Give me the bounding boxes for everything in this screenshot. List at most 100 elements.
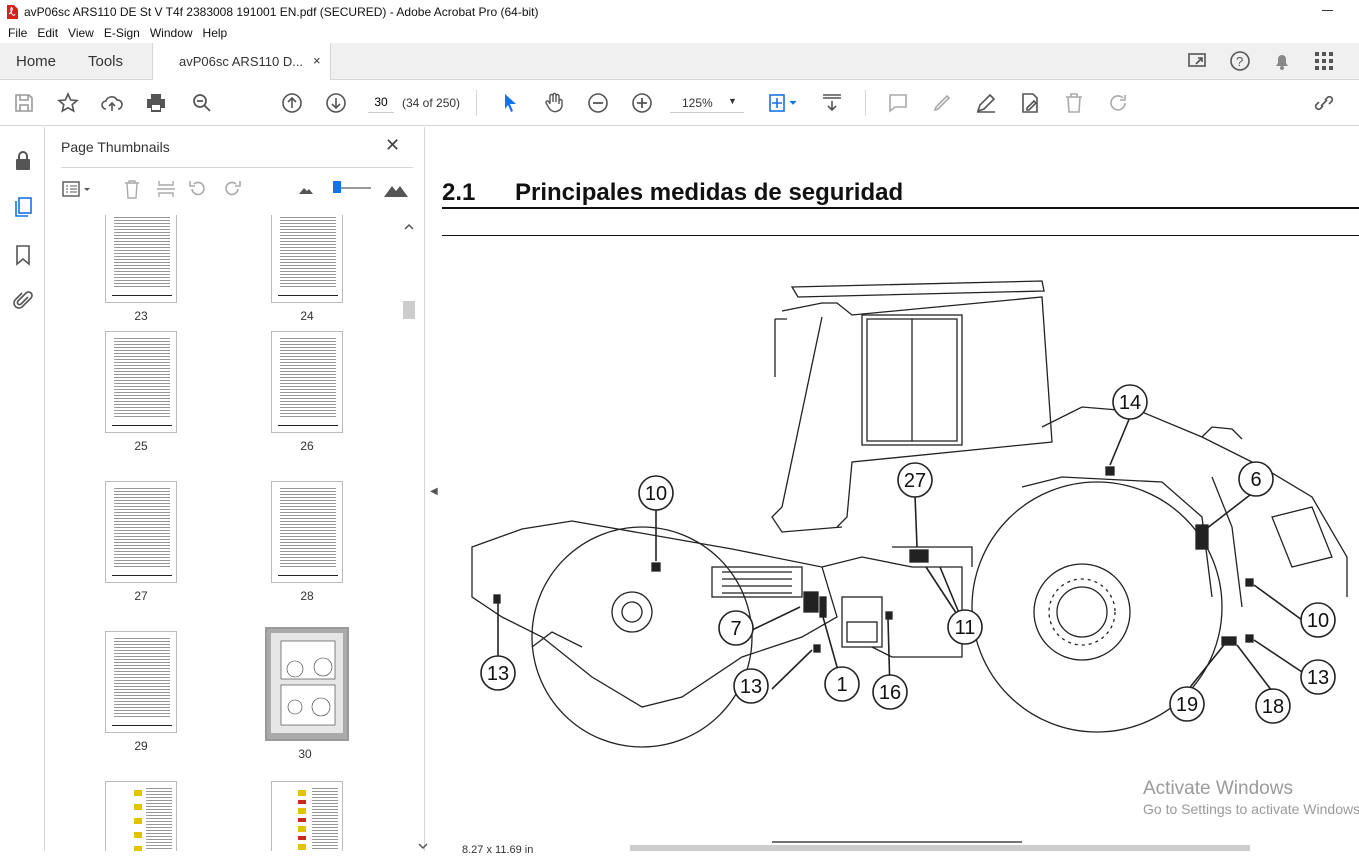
- menu-help[interactable]: Help: [203, 26, 228, 40]
- heading-rule: [442, 207, 1359, 209]
- menu-esign[interactable]: E-Sign: [104, 26, 140, 40]
- main-toolbar: (34 of 250) 125% ▼: [0, 80, 1359, 126]
- menu-file[interactable]: File: [8, 26, 27, 40]
- next-page-icon[interactable]: [324, 91, 348, 115]
- thumbnail-page-30-selected[interactable]: 30: [265, 627, 349, 761]
- collapse-panel-icon[interactable]: ◀: [430, 486, 438, 497]
- thumbnail-image: [105, 631, 177, 733]
- redo-rotate-icon[interactable]: [1106, 91, 1130, 115]
- thumbnail-page-24[interactable]: 24: [267, 215, 347, 323]
- scroll-mode-icon[interactable]: [820, 91, 844, 115]
- header-actions: ?: [1187, 50, 1335, 72]
- menu-window[interactable]: Window: [150, 26, 193, 40]
- select-cursor-icon[interactable]: [498, 91, 522, 115]
- thumbnail-page-26[interactable]: 26: [267, 331, 347, 453]
- tab-tools[interactable]: Tools: [88, 53, 123, 70]
- callout-label: 6: [1250, 469, 1261, 491]
- callout-label: 19: [1176, 694, 1198, 716]
- page-size-readout: 8.27 x 11.69 in: [462, 844, 534, 856]
- bookmark-star-icon[interactable]: [56, 91, 80, 115]
- thumbnail-larger-icon[interactable]: [383, 178, 409, 200]
- callout-label: 10: [645, 483, 667, 505]
- thumbnail-page-23[interactable]: 23: [101, 215, 181, 323]
- save-icon[interactable]: [12, 91, 36, 115]
- thumbnail-page-28[interactable]: 28: [267, 481, 347, 603]
- menu-edit[interactable]: Edit: [37, 26, 58, 40]
- tab-close-button[interactable]: ×: [313, 53, 321, 68]
- callout-label: 13: [740, 676, 762, 698]
- title-bar: avP06sc ARS110 DE St V T4f 2383008 19100…: [0, 0, 1359, 23]
- share-screen-icon[interactable]: [1187, 50, 1209, 72]
- lock-icon[interactable]: [11, 149, 35, 173]
- section-title: Principales medidas de seguridad: [515, 179, 904, 206]
- comment-icon[interactable]: [886, 91, 910, 115]
- thumbnail-page-31[interactable]: [101, 781, 181, 851]
- thumbnail-image: [271, 481, 343, 583]
- thumbnail-page-25[interactable]: 25: [101, 331, 181, 453]
- thumbnail-page-29[interactable]: 29: [101, 631, 181, 753]
- tab-home[interactable]: Home: [16, 53, 56, 70]
- minimize-button[interactable]: [1322, 10, 1333, 11]
- thumbnail-image: [105, 331, 177, 433]
- rotate-left-icon[interactable]: [187, 178, 209, 200]
- edit-pdf-icon[interactable]: [1018, 91, 1042, 115]
- help-icon[interactable]: ?: [1229, 50, 1251, 72]
- thumbnail-size-slider[interactable]: [333, 181, 371, 193]
- apps-grid-icon[interactable]: [1313, 50, 1335, 72]
- thumbnail-label: 27: [134, 589, 148, 603]
- thumbnail-smaller-icon[interactable]: [295, 178, 317, 200]
- tab-document-label: avP06sc ARS110 D...: [179, 54, 304, 69]
- delete-pages-icon[interactable]: [121, 178, 143, 200]
- thumbnail-page-27[interactable]: 27: [101, 481, 181, 603]
- window-title: avP06sc ARS110 DE St V T4f 2383008 19100…: [24, 4, 539, 19]
- thumbnail-list: 23 24 25 26 27 28 29 30: [45, 215, 401, 851]
- zoom-out-icon[interactable]: [586, 91, 610, 115]
- acrobat-pdf-icon: [7, 4, 18, 19]
- delete-trash-icon[interactable]: [1062, 91, 1086, 115]
- page-thumbnails-icon[interactable]: [11, 195, 35, 219]
- sign-pen-icon[interactable]: [974, 91, 998, 115]
- thumbnail-drawing: [271, 633, 343, 733]
- menu-view[interactable]: View: [68, 26, 94, 40]
- extract-pages-icon[interactable]: [155, 178, 177, 200]
- page-number-input[interactable]: [368, 91, 394, 113]
- rotate-right-icon[interactable]: [221, 178, 243, 200]
- left-navigation-rail: [0, 127, 45, 851]
- scroll-down-icon[interactable]: [416, 841, 430, 851]
- thumbnail-image: [105, 781, 177, 851]
- bookmark-icon[interactable]: [11, 243, 35, 267]
- scrollbar-thumb[interactable]: [403, 301, 415, 319]
- thumbnail-scrollbar[interactable]: [402, 221, 428, 851]
- thumbnail-options-icon[interactable]: [61, 178, 93, 200]
- callout-label: 14: [1119, 392, 1141, 414]
- zoom-in-icon[interactable]: [630, 91, 654, 115]
- find-search-icon[interactable]: [190, 91, 214, 115]
- callout-label: 16: [879, 682, 901, 704]
- upload-cloud-icon[interactable]: [100, 91, 124, 115]
- print-icon[interactable]: [144, 91, 168, 115]
- scroll-up-icon[interactable]: [402, 222, 416, 232]
- thumbnail-label: 24: [300, 309, 314, 323]
- thumbnail-label: 29: [134, 739, 148, 753]
- heading-rule: [442, 235, 1359, 236]
- panel-close-button[interactable]: ✕: [385, 135, 400, 156]
- tab-document[interactable]: avP06sc ARS110 D... ×: [152, 43, 331, 81]
- fit-page-icon[interactable]: [766, 91, 800, 115]
- horizontal-scrollbar[interactable]: [630, 845, 1250, 851]
- activate-windows-hint: Go to Settings to activate Windows.: [1143, 801, 1359, 817]
- slider-thumb[interactable]: [333, 181, 341, 193]
- previous-page-icon[interactable]: [280, 91, 304, 115]
- attachment-paperclip-icon[interactable]: [11, 289, 35, 313]
- share-link-icon[interactable]: [1312, 91, 1336, 115]
- notification-bell-icon[interactable]: [1271, 50, 1293, 72]
- callout-label: 18: [1262, 696, 1284, 718]
- section-number: 2.1: [442, 179, 476, 206]
- hand-tool-icon[interactable]: [542, 91, 566, 115]
- callout-label: 13: [487, 663, 509, 685]
- page-count: (34 of 250): [402, 96, 461, 110]
- thumbnail-image: [271, 781, 343, 851]
- zoom-level-select[interactable]: 125% ▼: [670, 91, 744, 113]
- panel-title: Page Thumbnails: [61, 139, 170, 155]
- highlight-pen-icon[interactable]: [930, 91, 954, 115]
- thumbnail-page-32[interactable]: [267, 781, 347, 851]
